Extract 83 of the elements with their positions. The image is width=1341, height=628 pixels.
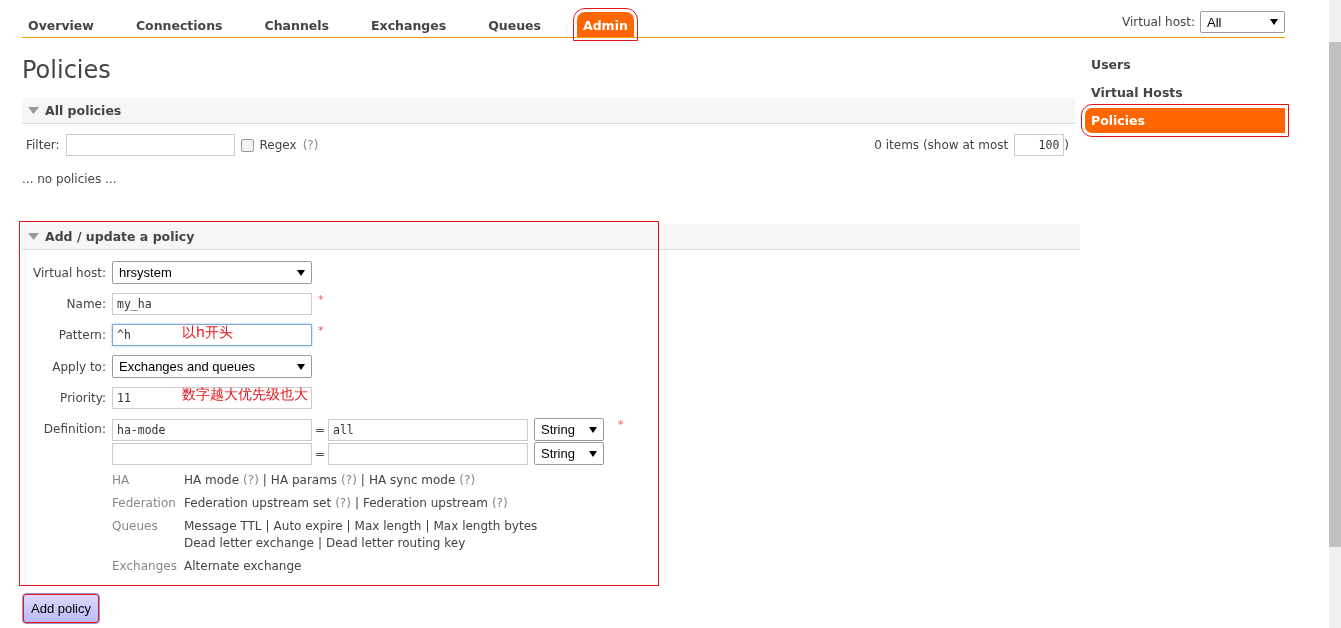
caret-icon: [297, 363, 305, 370]
section-header[interactable]: All policies: [22, 98, 1075, 124]
item-count-text: 0 items (show at most: [874, 138, 1009, 152]
section-header[interactable]: Add / update a policy: [22, 224, 1080, 250]
nav-tab[interactable]: Channels: [258, 12, 336, 37]
separator-text: |: [354, 496, 359, 510]
hint-link[interactable]: HA mode: [184, 473, 240, 487]
hint-link[interactable]: Max length bytes: [433, 519, 538, 533]
key-input[interactable]: ha-mode: [112, 418, 312, 441]
regex-checkbox[interactable]: [240, 138, 254, 152]
virtual-host-label: Virtual host:: [1122, 15, 1195, 29]
sidebar-item[interactable]: Users: [1085, 52, 1285, 77]
field-label: Virtual host:: [32, 265, 106, 280]
equals-sign: =: [315, 422, 325, 437]
help-link[interactable]: (?): [243, 473, 259, 487]
empty-message: ... no policies ...: [22, 172, 117, 186]
nav-tab[interactable]: Connections: [129, 12, 229, 37]
nav-tab[interactable]: Exchanges: [365, 12, 453, 37]
hint-group-label: Exchanges: [112, 559, 178, 573]
nav-tab[interactable]: Queues: [482, 12, 547, 37]
separator-text: |: [262, 473, 267, 487]
field-label: Pattern:: [57, 328, 106, 342]
value-input[interactable]: all: [328, 418, 528, 441]
separator-text: |: [317, 536, 322, 550]
field-label: Priority:: [59, 391, 106, 405]
help-link[interactable]: (?): [459, 473, 476, 487]
hint-link[interactable]: HA params: [270, 473, 338, 487]
annotation-text: 数字越大优先级也大: [182, 386, 308, 404]
value-input[interactable]: [328, 442, 528, 465]
page-size-input[interactable]: 100: [1014, 134, 1065, 156]
page-title: Policies: [22, 56, 112, 84]
separator-text: |: [346, 519, 351, 533]
annotation-text: 以h开头: [182, 324, 233, 342]
hint-link[interactable]: HA sync mode: [368, 473, 456, 487]
separator-text: |: [265, 519, 270, 533]
help-link[interactable]: (?): [341, 473, 357, 487]
hint-link[interactable]: Alternate exchange: [184, 559, 302, 573]
dropdown-select[interactable]: hrsystem: [112, 261, 312, 284]
closing-parenthesis: ): [1064, 138, 1069, 152]
field-label: Name:: [65, 297, 106, 311]
required-marker: *: [318, 324, 324, 337]
dropdown-select[interactable]: Exchanges and queues: [112, 355, 312, 378]
type-select[interactable]: String: [534, 442, 604, 465]
key-input[interactable]: [112, 442, 312, 465]
hint-link[interactable]: Federation upstream: [362, 496, 488, 510]
text-input[interactable]: my_ha: [112, 293, 312, 315]
caret-icon: [297, 269, 305, 276]
triangle-icon[interactable]: [28, 105, 39, 116]
caret-icon: [589, 450, 597, 457]
nav-tab[interactable]: Overview: [22, 12, 100, 37]
help-link[interactable]: (?): [335, 496, 351, 510]
hint-group-label: Queues: [112, 519, 159, 535]
sidebar-item[interactable]: Virtual Hosts: [1085, 80, 1285, 105]
separator-text: |: [360, 473, 365, 487]
hint-link[interactable]: Dead letter exchange: [184, 536, 314, 550]
hint-link[interactable]: Auto expire: [273, 519, 343, 533]
hint-link[interactable]: Max length: [354, 519, 422, 533]
type-select[interactable]: String: [534, 418, 604, 441]
hint-link[interactable]: Message TTL: [184, 519, 262, 533]
hint-group-label: Federation: [112, 496, 177, 510]
hint-link[interactable]: Federation upstream set: [184, 496, 332, 510]
filter-label: Filter:: [26, 138, 60, 152]
triangle-icon[interactable]: [28, 231, 39, 242]
field-label: Apply to:: [51, 359, 106, 374]
help-link[interactable]: (?): [491, 496, 508, 510]
hint-link[interactable]: Dead letter routing key: [325, 536, 466, 550]
caret-icon: [589, 426, 597, 433]
field-label: Definition:: [42, 421, 106, 436]
section-title: All policies: [45, 103, 122, 118]
section-title: Add / update a policy: [45, 229, 195, 244]
add-policy-button[interactable]: Add policy: [22, 593, 100, 624]
hint-group-label: HA: [112, 473, 131, 487]
required-marker: *: [618, 418, 624, 431]
required-marker: *: [318, 293, 324, 306]
regex-label: Regex: [259, 138, 297, 152]
filter-input[interactable]: [65, 134, 235, 156]
virtual-host-select[interactable]: All: [1200, 11, 1285, 33]
scrollbar-thumb[interactable]: [1329, 42, 1341, 547]
caret-icon: [1270, 19, 1278, 25]
separator-text: |: [425, 519, 430, 533]
scrollbar[interactable]: [1329, 0, 1341, 628]
help-link[interactable]: (?): [302, 138, 319, 152]
equals-sign: =: [315, 446, 325, 461]
